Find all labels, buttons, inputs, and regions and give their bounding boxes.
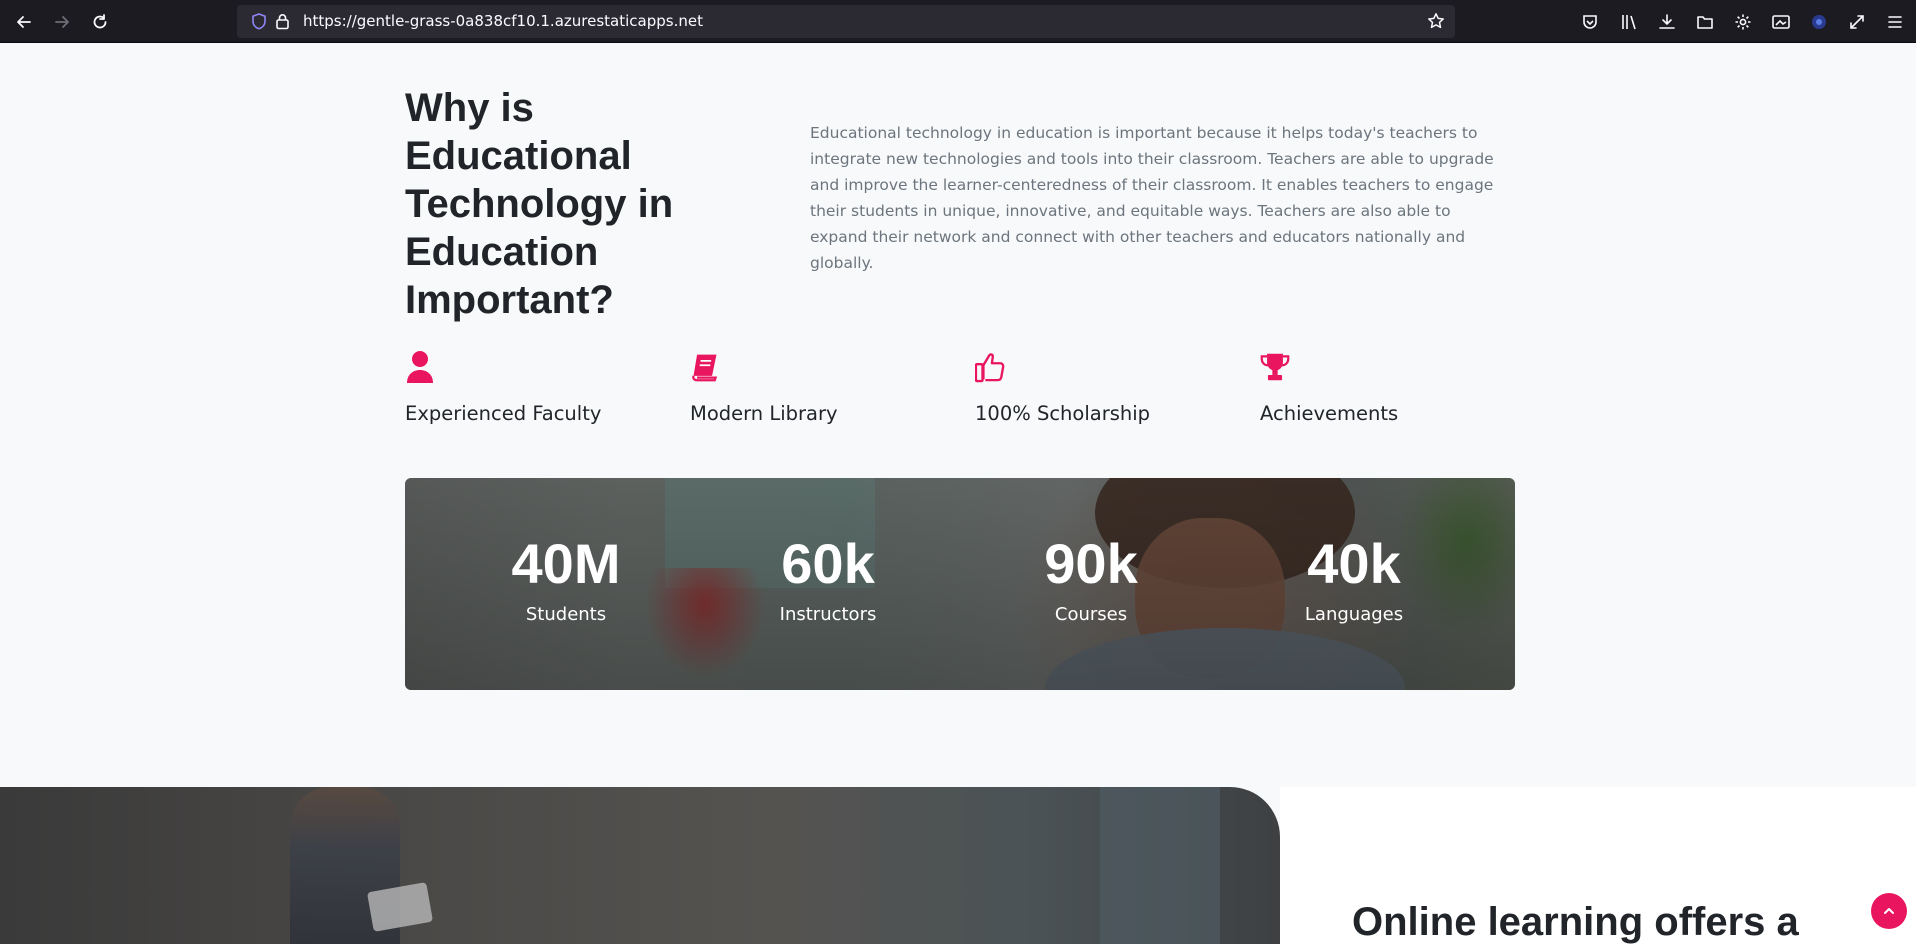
user-icon <box>407 351 433 383</box>
photo-window <box>1100 787 1220 944</box>
online-learning-heading: Online learning offers a <box>1352 900 1799 944</box>
back-to-top-button[interactable] <box>1871 893 1907 929</box>
trophy-icon <box>1260 353 1290 381</box>
stat-languages: 40k Languages <box>1254 532 1454 625</box>
feature-title: Experienced Faculty <box>405 402 602 425</box>
arrow-left-icon <box>17 16 31 28</box>
library-icon[interactable] <box>1616 9 1642 35</box>
browser-toolbar: https://gentle-grass-0a838cf10.1.azurest… <box>0 0 1916 43</box>
url-text[interactable]: https://gentle-grass-0a838cf10.1.azurest… <box>303 5 703 38</box>
menu-icon[interactable] <box>1882 9 1908 35</box>
extension-icon[interactable] <box>1806 9 1832 35</box>
fullscreen-icon[interactable] <box>1844 9 1870 35</box>
screenshot-icon[interactable] <box>1768 9 1794 35</box>
stat-label: Instructors <box>779 604 877 625</box>
feature-title: 100% Scholarship <box>975 402 1151 425</box>
feature-title: Achievements <box>1260 402 1399 425</box>
section-paragraph: Educational technology in education is i… <box>810 124 1494 272</box>
stat-value: 60k <box>781 532 875 595</box>
stat-courses: 90k Courses <box>991 532 1191 625</box>
stat-label: Courses <box>1054 604 1128 625</box>
back-button[interactable] <box>10 8 38 36</box>
stat-label: Languages <box>1304 604 1404 625</box>
stat-value: 40M <box>511 532 621 595</box>
feature-scholarship: 100% Scholarship <box>974 350 1235 425</box>
shield-icon[interactable] <box>251 13 267 35</box>
stat-value: 40k <box>1307 532 1401 595</box>
thumbs-up-icon <box>974 353 1005 383</box>
folder-icon[interactable] <box>1692 9 1718 35</box>
reload-icon <box>93 14 107 29</box>
section-heading: Why is Educational Technology in Educati… <box>405 86 674 322</box>
book-icon <box>692 354 718 382</box>
chevron-up-icon <box>1884 908 1894 914</box>
feature-modern-library: Modern Library <box>690 350 950 425</box>
stats-banner: 40M Students 60k Instructors 90k Courses… <box>405 478 1515 690</box>
pocket-icon[interactable] <box>1577 9 1603 35</box>
arrow-right-icon <box>55 16 69 28</box>
reload-button[interactable] <box>86 8 114 36</box>
feature-experienced-faculty: Experienced Faculty <box>405 350 665 425</box>
downloads-icon[interactable] <box>1654 9 1680 35</box>
gear-icon[interactable] <box>1730 9 1756 35</box>
bookmark-star-icon[interactable] <box>1427 12 1445 35</box>
feature-achievements: Achievements <box>1260 350 1520 425</box>
lock-icon[interactable] <box>275 13 290 35</box>
online-learning-photo <box>0 787 1280 944</box>
stat-label: Students <box>525 604 607 625</box>
address-bar[interactable]: https://gentle-grass-0a838cf10.1.azurest… <box>237 5 1455 38</box>
stat-students: 40M Students <box>466 532 666 625</box>
feature-title: Modern Library <box>690 402 838 425</box>
stat-value: 90k <box>1044 532 1138 595</box>
forward-button[interactable] <box>48 8 76 36</box>
stat-instructors: 60k Instructors <box>728 532 928 625</box>
